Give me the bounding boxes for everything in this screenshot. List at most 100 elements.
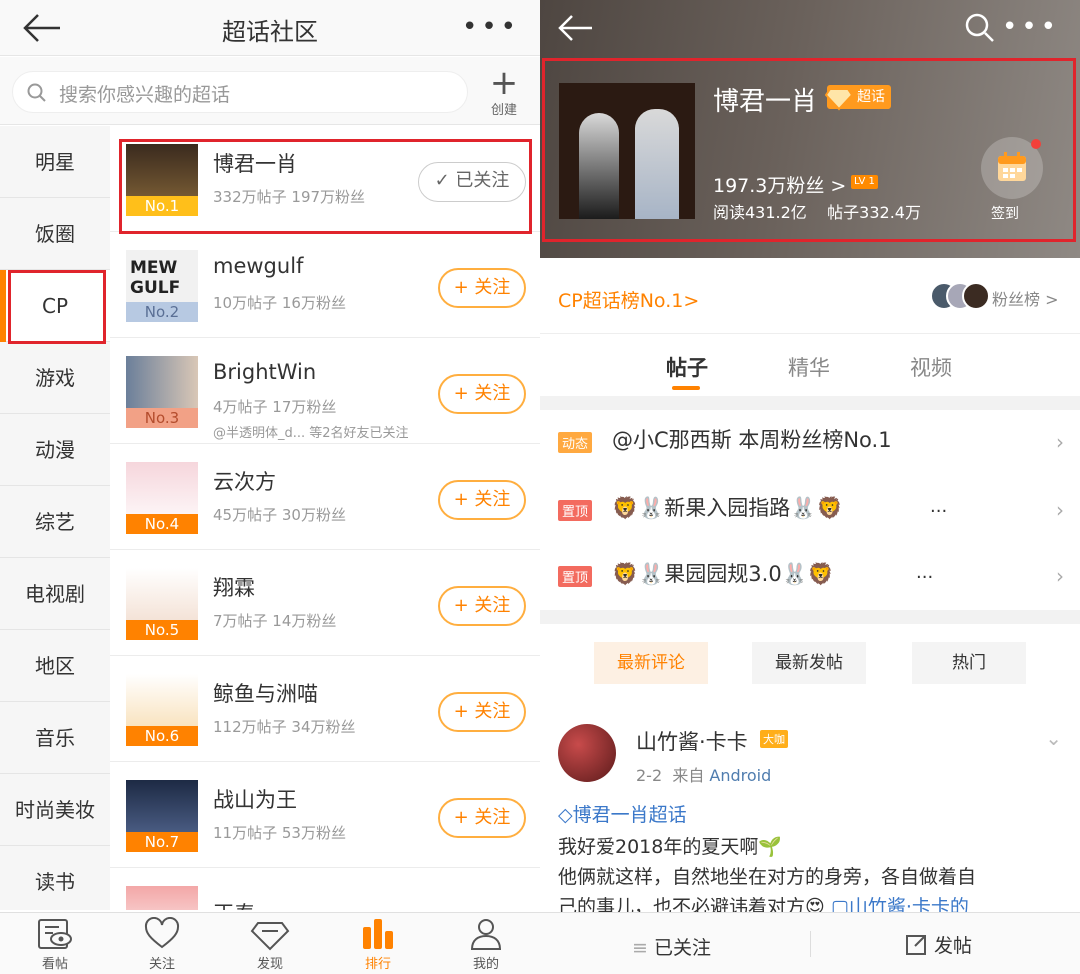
tab-me[interactable]: 我的 <box>451 917 521 972</box>
sort-filters: 最新评论 最新发帖 热门 <box>540 624 1080 706</box>
follow-button[interactable]: + 关注 <box>438 692 526 732</box>
post-count: 帖子332.4万 <box>827 203 921 222</box>
topic-stats: 10万帖子 16万粉丝 <box>213 294 346 312</box>
topic-header: ••• 博君一肖 超话 197.3万粉丝 > LV 1 阅读431.2亿 帖子3… <box>540 0 1080 258</box>
category-item[interactable]: 综艺 <box>0 486 110 558</box>
topic-name: 鲸鱼与洲喵 <box>213 682 318 706</box>
category-item[interactable]: 读书 <box>0 846 110 918</box>
follow-button[interactable]: + 关注 <box>438 586 526 626</box>
category-item[interactable]: 音乐 <box>0 702 110 774</box>
filter-latest-post[interactable]: 最新发帖 <box>752 642 866 684</box>
rank-badge: No.7 <box>126 832 198 852</box>
rank-badge: No.2 <box>126 302 198 322</box>
post-username[interactable]: 山竹酱·卡卡 <box>636 726 748 756</box>
search-icon <box>27 83 46 102</box>
category-sidebar: 明星 饭圈 CP 游戏 动漫 综艺 电视剧 地区 音乐 时尚美妆 读书 <box>0 126 110 918</box>
category-item[interactable]: 动漫 <box>0 414 110 486</box>
list-item[interactable]: MEW GULF No.2 mewgulf 10万帖子 16万粉丝 + 关注 <box>110 232 540 338</box>
cover-figure-left <box>579 113 619 219</box>
tab-videos[interactable]: 视频 <box>910 352 952 382</box>
search-icon[interactable] <box>964 12 996 44</box>
rank-badge: No.3 <box>126 408 198 428</box>
list-item[interactable]: No.3 BrightWin 4万帖子 17万粉丝 @半透明体_d... 等2名… <box>110 338 540 444</box>
cp-rank-link[interactable]: CP超话榜No.1> <box>558 286 699 313</box>
content-tabs: 帖子 精华 视频 <box>540 334 1080 396</box>
follow-button[interactable]: + 关注 <box>438 480 526 520</box>
supertopic-badge: 超话 <box>825 85 891 111</box>
topic-title: 博君一肖 <box>713 87 818 117</box>
divider <box>540 396 1080 410</box>
topic-stats: 112万帖子 34万粉丝 <box>213 718 356 736</box>
topic-name: 战山为王 <box>213 788 297 812</box>
post-card: 山竹酱·卡卡 大咖 2-2 来自 Android ⌄ ◇博君一肖超话 我好爱20… <box>540 706 1080 918</box>
avatar[interactable] <box>558 724 616 782</box>
tab-discover[interactable]: 发现 <box>235 917 305 972</box>
topic-stats: 45万帖子 30万粉丝 <box>213 506 346 524</box>
diamond-icon <box>250 922 290 951</box>
more-icon[interactable]: ••• <box>462 14 520 40</box>
button-label: 关注 <box>474 807 511 828</box>
checkin-button[interactable] <box>981 137 1043 199</box>
category-item[interactable]: 地区 <box>0 630 110 702</box>
list-item[interactable]: No.5 翔霖 7万帖子 14万粉丝 + 关注 <box>110 550 540 656</box>
category-item[interactable]: 时尚美妆 <box>0 774 110 846</box>
pinned-item[interactable]: 动态 @小C那西斯 本周粉丝榜No.1 › <box>540 410 1080 476</box>
topic-name: mewgulf <box>213 254 304 278</box>
filter-hot[interactable]: 热门 <box>912 642 1026 684</box>
category-item[interactable]: 游戏 <box>0 342 110 414</box>
active-tab-indicator <box>672 386 700 390</box>
tab-kantie[interactable]: 看帖 <box>20 917 90 972</box>
post-source[interactable]: Android <box>709 766 771 785</box>
create-button[interactable]: + 创建 <box>484 66 524 118</box>
topic-link-text: 博君一肖超话 <box>572 804 687 826</box>
list-item[interactable]: No.6 鲸鱼与洲喵 112万帖子 34万粉丝 + 关注 <box>110 656 540 762</box>
post-topic-link[interactable]: ◇博君一肖超话 <box>558 800 687 827</box>
category-label: 读书 <box>35 870 75 894</box>
follow-button[interactable]: + 关注 <box>438 268 526 308</box>
ellipsis: ... <box>930 496 948 517</box>
category-label: 综艺 <box>35 510 75 534</box>
pinned-item[interactable]: 置顶 🦁🐰果园园规3.0🐰🦁 ... › <box>540 544 1080 610</box>
post-line: 他俩就这样，自然地坐在对方的身旁，各自做着自 <box>558 866 977 888</box>
category-item[interactable]: 明星 <box>0 126 110 198</box>
list-item[interactable]: No.4 云次方 45万帖子 30万粉丝 + 关注 <box>110 444 540 550</box>
topic-thumbnail: No.5 <box>126 568 198 640</box>
topic-cover-image <box>559 83 695 219</box>
thumbnail-text: MEW GULF <box>130 258 181 298</box>
search-input[interactable]: 搜索你感兴趣的超话 <box>12 71 468 113</box>
compose-post-button[interactable]: 发帖 <box>906 931 972 958</box>
list-item[interactable]: 正泰 <box>110 868 540 910</box>
tab-label: 排行 <box>364 957 391 972</box>
follow-button[interactable]: + 关注 <box>438 798 526 838</box>
divider <box>810 931 811 957</box>
list-item[interactable]: No.7 战山为王 11万帖子 53万粉丝 + 关注 <box>110 762 540 868</box>
tab-ranking[interactable]: 排行 <box>343 917 413 972</box>
chevron-right-icon: › <box>1056 498 1064 522</box>
more-icon[interactable]: ••• <box>1002 14 1060 40</box>
fans-count-link[interactable]: 197.3万粉丝 > <box>713 171 846 198</box>
category-item[interactable]: 电视剧 <box>0 558 110 630</box>
person-icon <box>470 919 502 950</box>
category-item[interactable]: 饭圈 <box>0 198 110 270</box>
topic-stats: 11万帖子 53万粉丝 <box>213 824 346 842</box>
read-count: 阅读431.2亿 <box>713 203 807 222</box>
filter-latest-comment[interactable]: 最新评论 <box>594 642 708 684</box>
tab-follow[interactable]: 关注 <box>127 917 197 972</box>
header-bar: 超话社区 ••• <box>0 0 540 56</box>
chevron-down-icon[interactable]: ⌄ <box>1045 726 1062 750</box>
left-screen: 超话社区 ••• 搜索你感兴趣的超话 + 创建 明星 饭圈 CP 游戏 动漫 综… <box>0 0 540 974</box>
follow-button[interactable]: + 关注 <box>438 374 526 414</box>
bar-chart-icon <box>363 919 393 949</box>
pinned-text: 🦁🐰果园园规3.0🐰🦁 <box>612 562 834 586</box>
fan-rank-link[interactable]: 粉丝榜 > <box>992 286 1059 310</box>
tab-posts[interactable]: 帖子 <box>666 352 708 382</box>
post-line: 我好爱2018年的夏天啊🌱 <box>558 836 783 858</box>
tag-dynamic: 动态 <box>558 432 593 453</box>
ellipsis: ... <box>916 562 934 583</box>
followed-label: 已关注 <box>653 937 711 959</box>
followed-button[interactable]: ≡ 已关注 <box>632 933 711 960</box>
back-arrow-icon[interactable] <box>556 12 596 44</box>
pinned-item[interactable]: 置顶 🦁🐰新果入园指路🐰🦁 ... › <box>540 478 1080 544</box>
tab-featured[interactable]: 精华 <box>788 352 830 382</box>
vip-badge: 大咖 <box>760 730 788 748</box>
